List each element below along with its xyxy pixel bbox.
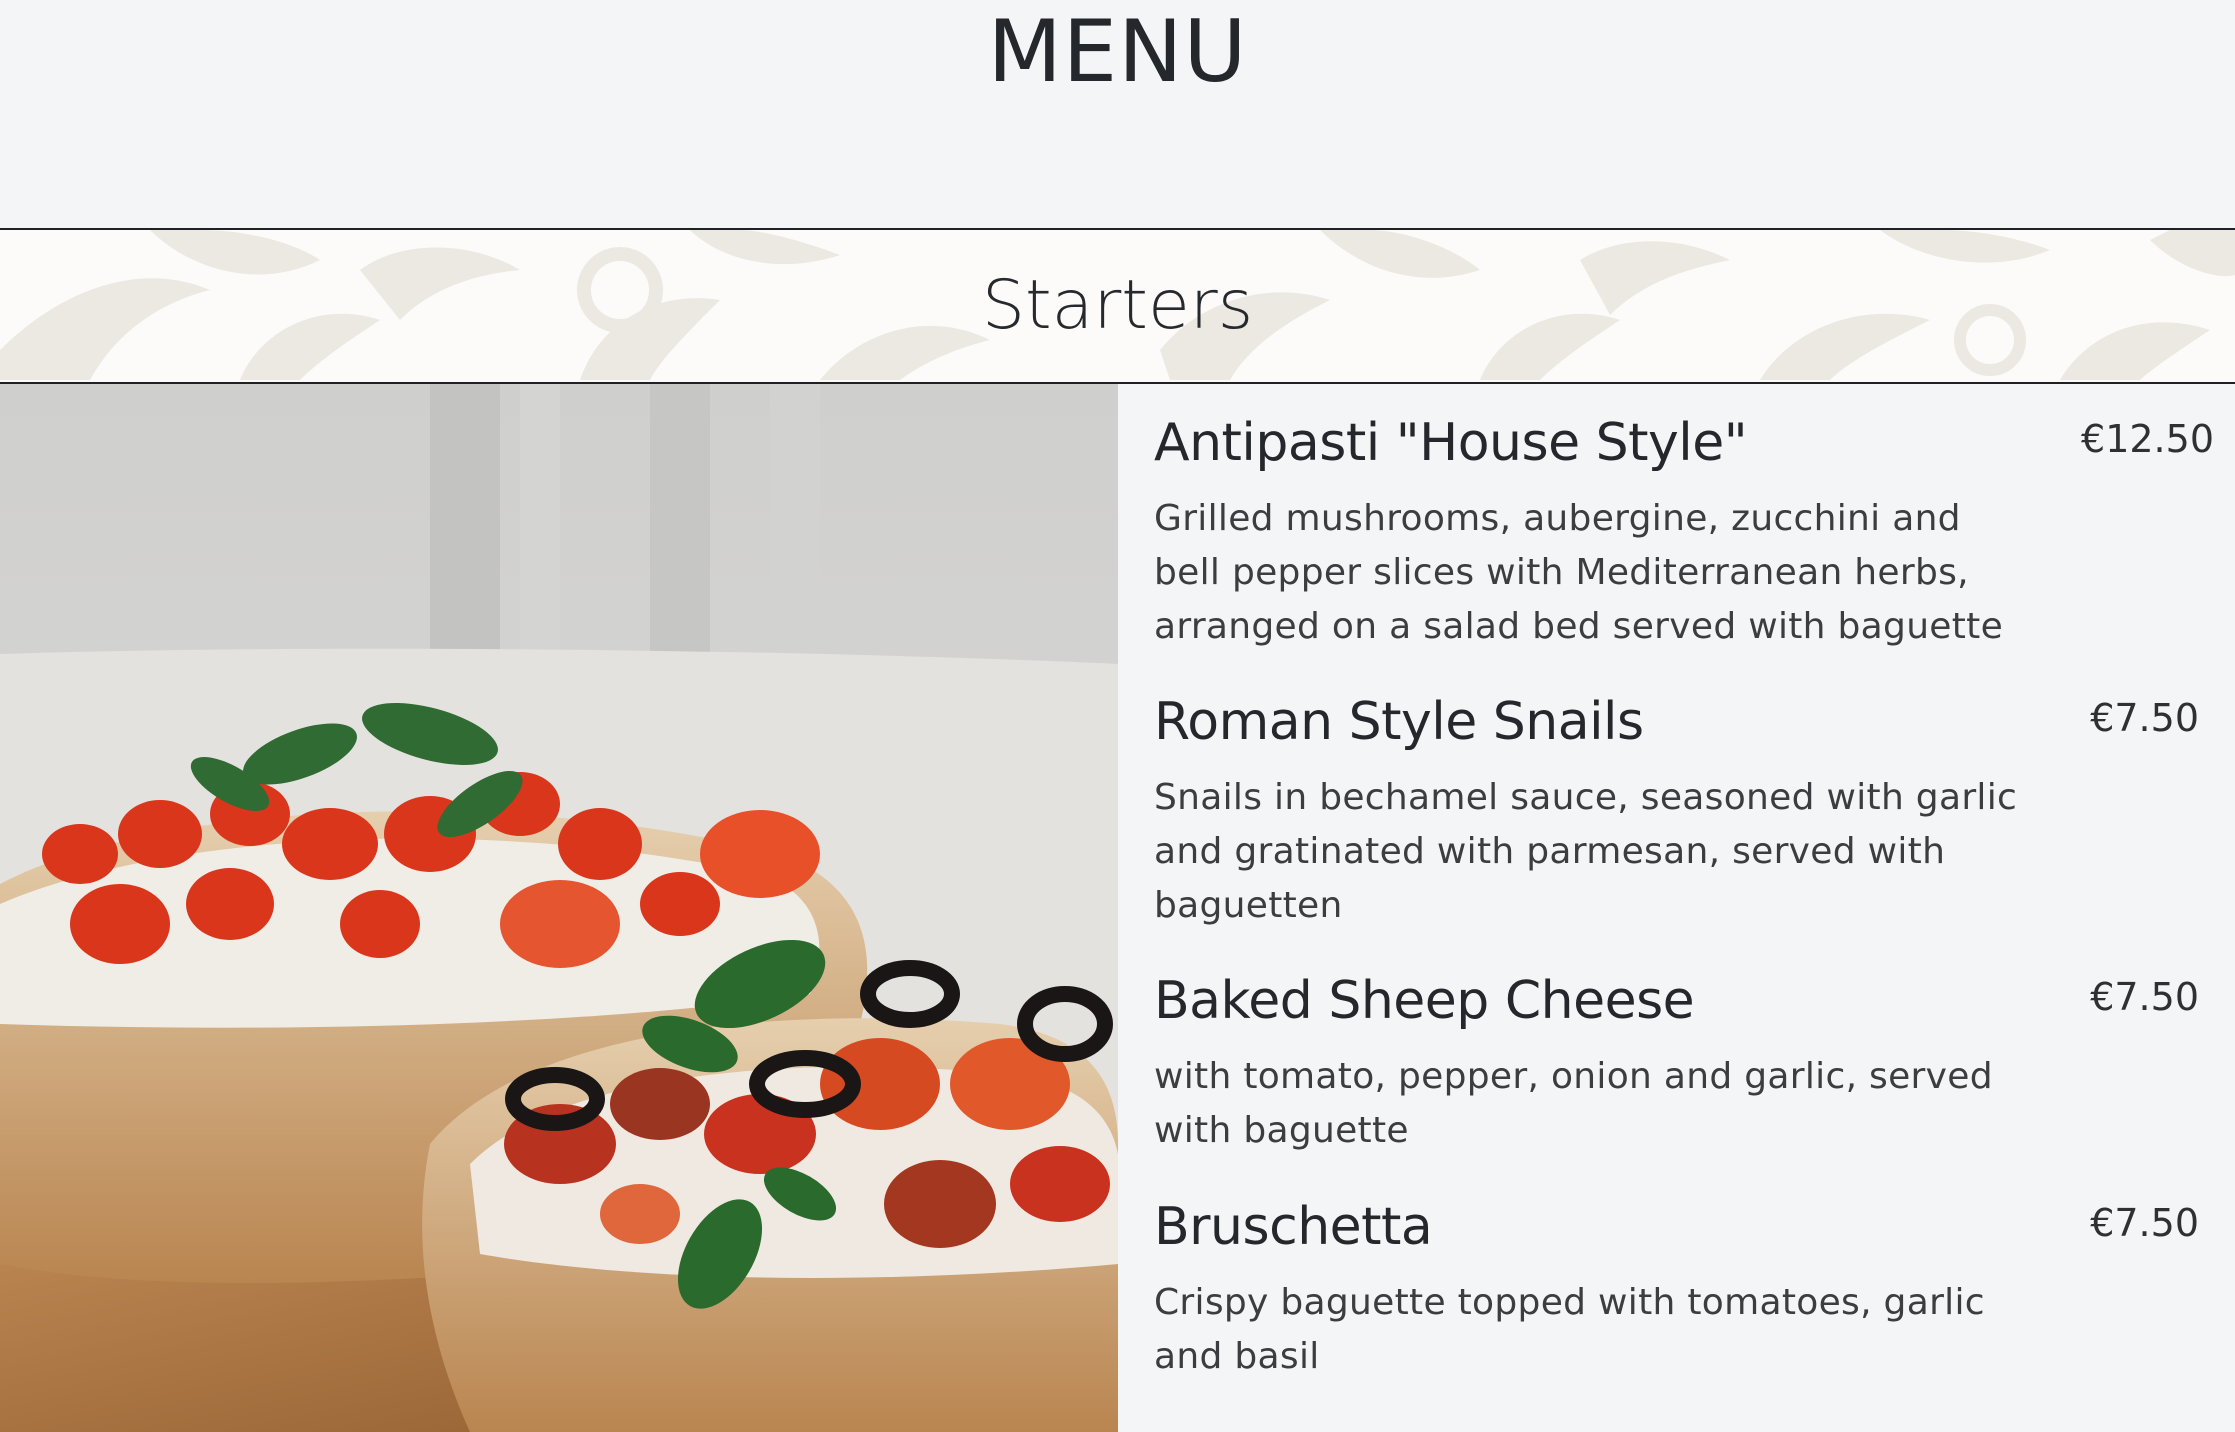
item-price: €7.50: [2090, 1201, 2199, 1245]
item-name: Baked Sheep Cheese: [1154, 971, 1695, 1031]
item-description: Crispy baguette topped with tomatoes, ga…: [1154, 1282, 1985, 1377]
item-description: with tomato, pepper, onion and garlic, s…: [1154, 1056, 1993, 1151]
section-band-starters: Starters: [0, 230, 2235, 384]
section-title: Starters: [981, 266, 1254, 345]
item-name: Antipasti "House Style": [1154, 413, 1748, 473]
item-price: €7.50: [2090, 696, 2199, 740]
item-name: Bruschetta: [1154, 1197, 1433, 1257]
item-description: Snails in bechamel sauce, seasoned with …: [1154, 777, 2018, 926]
menu-header: MENU: [0, 0, 2235, 230]
item-price: €7.50: [2090, 975, 2199, 1019]
item-price: €12.50: [2081, 417, 2214, 461]
bruschetta-photo: [0, 384, 1118, 1432]
menu-item-list: Antipasti "House Style" €12.50 Grilled m…: [1118, 384, 2235, 1432]
item-description: Grilled mushrooms, aubergine, zucchini a…: [1154, 498, 2004, 647]
list-item: Bruschetta €7.50 Crispy baguette topped …: [1154, 1194, 2214, 1384]
page-title: MENU: [987, 2, 1248, 102]
bruschetta-image: [0, 384, 1118, 1432]
item-name: Roman Style Snails: [1154, 692, 1644, 752]
list-item: Baked Sheep Cheese €7.50 with tomato, pe…: [1154, 968, 2214, 1158]
list-item: Antipasti "House Style" €12.50 Grilled m…: [1154, 410, 2214, 654]
list-item: Roman Style Snails €7.50 Snails in becha…: [1154, 689, 2214, 933]
